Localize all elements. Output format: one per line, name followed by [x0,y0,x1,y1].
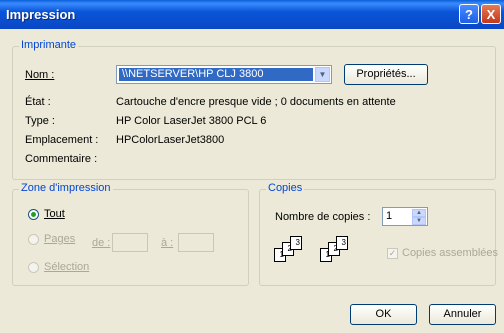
location-value: HPColorLaserJet3800 [116,134,225,146]
location-label: Emplacement : [25,134,99,146]
ok-button-label: OK [375,308,392,320]
range-from-input[interactable] [112,233,148,252]
help-button[interactable]: ? [459,4,479,24]
spin-up-icon[interactable]: ▲ [412,209,426,217]
comment-label: Commentaire : [25,153,98,165]
range-from-label: de : [92,237,111,249]
print-range-legend: Zone d'impression [19,182,113,194]
state-value: Cartouche d'encre presque vide ; 0 docum… [116,96,396,108]
range-to-label: à : [161,237,174,249]
page-icon: 3 [336,236,348,250]
copies-count-value[interactable]: 1 [386,210,392,222]
printer-name-label: Nom : [25,69,55,81]
spin-down-icon[interactable]: ▼ [412,217,426,225]
properties-button-label: Propriétés... [356,68,416,80]
printer-name-selected: \\NETSERVER\HP CLJ 3800 [119,68,313,81]
range-pages-label[interactable]: Pages [44,233,75,245]
cancel-button-label: Annuler [443,308,482,320]
copies-legend: Copies [266,182,305,194]
range-to-input[interactable] [178,233,214,252]
range-all-radio[interactable] [28,209,39,220]
range-all-label[interactable]: Tout [44,208,65,220]
collate-label[interactable]: Copies assemblées [402,247,498,259]
printer-name-combobox[interactable]: \\NETSERVER\HP CLJ 3800 ▼ [116,65,332,84]
window-title: Impression [6,7,76,22]
collate-checkbox[interactable]: ✓ [387,248,398,259]
chevron-down-icon[interactable]: ▼ [315,67,330,82]
state-label: État : [25,96,51,108]
dialog-body: Imprimante Nom : \\NETSERVER\HP CLJ 3800… [4,29,500,329]
type-label: Type : [25,115,55,127]
close-button[interactable]: X [481,4,501,24]
title-bar[interactable]: Impression ? X [0,0,504,29]
cancel-button[interactable]: Annuler [429,304,496,325]
ok-button[interactable]: OK [350,304,417,325]
type-value: HP Color LaserJet 3800 PCL 6 [116,115,267,127]
range-selection-radio[interactable] [28,262,39,273]
copies-count-spinner[interactable]: 1 ▲ ▼ [382,207,428,226]
range-pages-radio[interactable] [28,234,39,245]
printer-group-legend: Imprimante [19,39,79,51]
page-icon: 3 [290,236,302,250]
properties-button[interactable]: Propriétés... [344,64,428,85]
copies-count-label: Nombre de copies : [275,211,371,223]
range-selection-label[interactable]: Sélection [44,261,89,273]
